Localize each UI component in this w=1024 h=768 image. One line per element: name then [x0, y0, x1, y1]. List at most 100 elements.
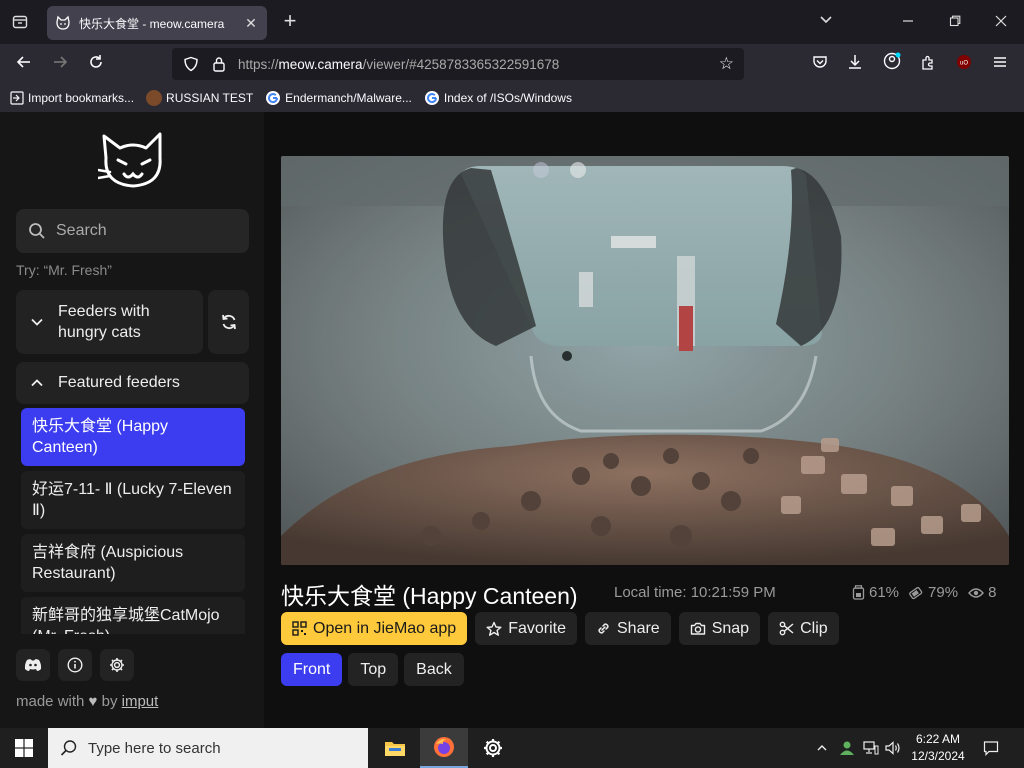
view-top-button[interactable]: Top	[348, 653, 399, 686]
extensions-icon[interactable]	[916, 52, 940, 76]
svg-text:uO: uO	[960, 61, 968, 67]
hungry-feeders-toggle[interactable]: Feeders with hungry cats	[16, 290, 203, 354]
taskbar-clock[interactable]: 6:22 AM 12/3/2024	[900, 731, 976, 765]
url-bar[interactable]: https://meow.camera/viewer/#425878336532…	[172, 48, 744, 80]
bookmark-star-icon[interactable]: ☆	[719, 54, 734, 74]
food-level-stat: 61%	[852, 584, 899, 601]
firefox-icon[interactable]	[420, 728, 468, 768]
info-icon[interactable]	[58, 649, 92, 681]
lock-icon[interactable]	[210, 55, 228, 73]
open-in-app-button[interactable]: Open in JieMao app	[281, 612, 468, 645]
bookmark-endermanch[interactable]: Endermanch/Malware...	[265, 90, 412, 106]
pocket-icon[interactable]	[808, 52, 832, 76]
search-icon	[60, 740, 77, 756]
camera-icon	[690, 622, 705, 635]
settings-gear-icon[interactable]	[100, 649, 134, 681]
bookmark-label: Index of /ISOs/Windows	[443, 91, 572, 105]
windows-taskbar: Type here to search 6:22 AM 12/3/2024	[0, 728, 1024, 768]
feeder-list: 快乐大食堂 (Happy Canteen) 好运7-11- Ⅱ (Lucky 7…	[16, 404, 249, 634]
tab-overview-icon[interactable]	[8, 8, 32, 36]
bookmark-import[interactable]: Import bookmarks...	[10, 91, 134, 105]
bookmark-label: RUSSIAN TEST	[166, 91, 254, 105]
heart-icon: ♥	[88, 693, 98, 710]
bookmark-index-isos[interactable]: Index of /ISOs/Windows	[424, 90, 572, 106]
import-icon	[10, 91, 24, 105]
chevron-up-icon	[31, 379, 43, 387]
browser-nav-bar: https://meow.camera/viewer/#425878336532…	[0, 44, 1024, 84]
browser-tab-bar: 快乐大食堂 - meow.camera ✕ +	[0, 0, 1024, 44]
viewers-stat: 8	[968, 584, 996, 601]
settings-gear-icon[interactable]	[469, 728, 517, 768]
feeder-item-mr-fresh[interactable]: 新鲜哥的独享城堡CatMojo (Mr. Fresh)	[21, 597, 245, 634]
discord-icon[interactable]	[16, 649, 50, 681]
minimize-icon[interactable]	[896, 10, 920, 34]
battery-stat: 79%	[909, 584, 958, 601]
share-button[interactable]: Share	[585, 612, 671, 645]
account-icon[interactable]	[880, 52, 904, 76]
camera-stream[interactable]	[281, 156, 1009, 565]
start-button[interactable]	[0, 728, 48, 768]
bookmark-label: Endermanch/Malware...	[285, 91, 412, 105]
sidebar: Try: “Mr. Fresh” Feeders with hungry cat…	[0, 112, 264, 728]
browser-tab[interactable]: 快乐大食堂 - meow.camera ✕	[47, 6, 267, 40]
action-buttons: Open in JieMao app Favorite Share Snap C…	[281, 612, 839, 645]
cat-favicon-icon	[56, 15, 70, 30]
cat-logo-icon	[98, 132, 162, 188]
show-hidden-icons-chevron-icon[interactable]	[812, 728, 832, 768]
search-input[interactable]	[56, 222, 236, 240]
chevron-down-icon	[31, 318, 43, 326]
tab-close-icon[interactable]: ✕	[243, 15, 259, 32]
new-tab-button[interactable]: +	[278, 10, 302, 34]
bookmarks-toolbar: Import bookmarks... RUSSIAN TEST Enderma…	[0, 84, 1024, 112]
sidebar-footer-icons	[16, 649, 134, 681]
back-arrow-icon[interactable]	[12, 52, 36, 76]
star-icon	[486, 621, 502, 636]
favicon-icon	[146, 90, 163, 106]
local-time: Local time: 10:21:59 PM	[614, 584, 776, 601]
page-content: Try: “Mr. Fresh” Feeders with hungry cat…	[0, 112, 1024, 728]
feeder-item-lucky-7-eleven[interactable]: 好运7-11- Ⅱ (Lucky 7-Eleven Ⅱ)	[21, 471, 245, 529]
feeder-item-happy-canteen[interactable]: 快乐大食堂 (Happy Canteen)	[21, 408, 245, 466]
url-text[interactable]: https://meow.camera/viewer/#425878336532…	[238, 57, 719, 72]
feeder-item-auspicious-restaurant[interactable]: 吉祥食府 (Auspicious Restaurant)	[21, 534, 245, 592]
camera-view-switcher: Front Top Back	[281, 653, 464, 686]
search-icon	[29, 223, 45, 239]
battery-icon	[909, 586, 923, 600]
food-container-icon	[852, 585, 865, 600]
tab-list-chevron-icon[interactable]	[814, 10, 838, 34]
search-box[interactable]	[16, 209, 249, 253]
tab-title: 快乐大食堂 - meow.camera	[79, 16, 225, 31]
bookmark-russian-test[interactable]: RUSSIAN TEST	[146, 90, 253, 106]
snap-button[interactable]: Snap	[678, 612, 761, 645]
refresh-button[interactable]	[208, 290, 249, 354]
notifications-icon[interactable]	[978, 728, 1004, 768]
group-label: Feeders with hungry cats	[58, 303, 150, 341]
view-back-button[interactable]: Back	[404, 653, 464, 686]
network-icon[interactable]	[860, 728, 882, 768]
featured-feeders-toggle[interactable]: Featured feeders	[16, 362, 249, 404]
close-window-icon[interactable]	[989, 10, 1013, 34]
group-label: Featured feeders	[58, 374, 180, 391]
qr-code-icon	[292, 621, 307, 636]
search-hint: Try: “Mr. Fresh”	[16, 262, 112, 278]
taskbar-search-placeholder: Type here to search	[88, 739, 221, 757]
file-explorer-icon[interactable]	[371, 728, 419, 768]
author-link[interactable]: imput	[122, 693, 159, 710]
camera-title: 快乐大食堂 (Happy Canteen)	[281, 583, 578, 609]
favorite-button[interactable]: Favorite	[475, 612, 577, 645]
downloads-icon[interactable]	[843, 52, 867, 76]
tracking-shield-icon[interactable]	[182, 55, 200, 73]
taskbar-search[interactable]: Type here to search	[48, 728, 368, 768]
view-front-button[interactable]: Front	[281, 653, 343, 686]
reload-icon[interactable]	[84, 52, 108, 76]
forward-arrow-icon[interactable]	[48, 52, 72, 76]
user-status-icon[interactable]	[836, 728, 858, 768]
menu-hamburger-icon[interactable]	[988, 52, 1012, 76]
made-with-credit: made with ♥ by imput	[16, 693, 159, 710]
link-icon	[598, 623, 609, 634]
ublock-icon[interactable]: uO	[952, 52, 976, 76]
windows-logo-icon	[15, 739, 33, 757]
clip-button[interactable]: Clip	[768, 612, 839, 645]
restore-icon[interactable]	[943, 10, 967, 34]
bookmark-label: Import bookmarks...	[28, 91, 135, 105]
